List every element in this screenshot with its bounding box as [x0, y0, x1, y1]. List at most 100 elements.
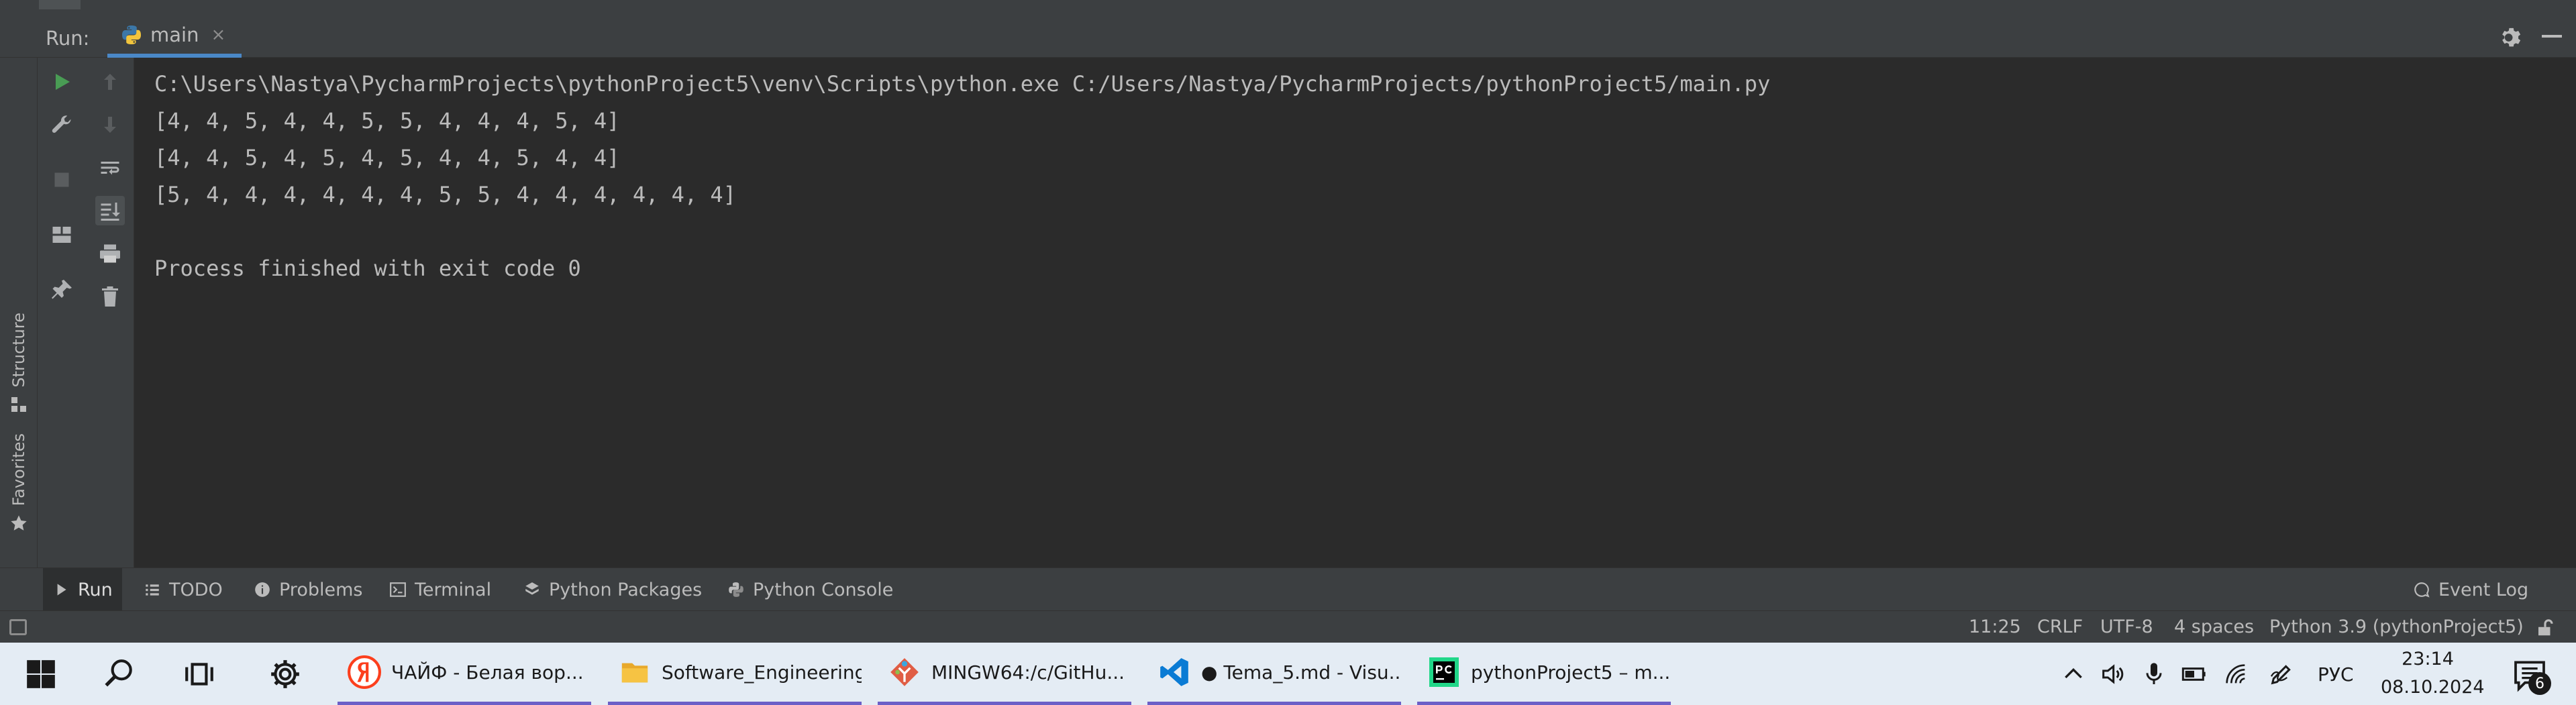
tool-tab-terminal[interactable]: Terminal: [380, 568, 501, 611]
star-icon: [11, 515, 27, 531]
vscode-icon: [1157, 655, 1192, 690]
console-line: Process finished with exit code 0: [154, 256, 581, 281]
sidebar-tab-favorites-label: Favorites: [9, 433, 28, 506]
console-line: [5, 4, 4, 4, 4, 4, 4, 5, 5, 4, 4, 4, 4, …: [154, 182, 736, 207]
console-output[interactable]: C:\Users\Nastya\PycharmProjects\pythonPr…: [134, 58, 2576, 567]
taskbar-app-explorer-label: Software_Engineering: [662, 661, 862, 684]
tool-window-bar: Run TODO Problems Terminal Python Packag…: [0, 567, 2576, 611]
packages-icon: [525, 582, 539, 595]
event-log-icon: [2414, 582, 2430, 598]
yandex-browser-icon: [347, 655, 382, 690]
taskbar-app-yandex[interactable]: ЧАЙФ - Белая вор...: [338, 643, 591, 705]
unlock-icon[interactable]: [2535, 618, 2555, 638]
run-toolbar-secondary: [86, 58, 134, 567]
tool-tab-python-packages-label: Python Packages: [549, 579, 703, 600]
status-interpreter[interactable]: Python 3.9 (pythonProject5): [2269, 616, 2524, 637]
tool-tab-todo-label: TODO: [169, 579, 223, 600]
clear-all-button[interactable]: [95, 282, 125, 311]
tray-language[interactable]: РУС: [2318, 657, 2354, 691]
tray-pen[interactable]: [2265, 657, 2298, 691]
restore-layout-button[interactable]: [47, 220, 76, 250]
tool-tab-terminal-label: Terminal: [415, 579, 492, 600]
speaker-icon: [2102, 664, 2124, 684]
layout-icon: [52, 227, 71, 243]
settings-button[interactable]: [267, 656, 303, 692]
gear-icon[interactable]: [2497, 24, 2524, 51]
tool-windows-toggle-icon[interactable]: [9, 619, 27, 635]
minimize-icon[interactable]: [2542, 35, 2562, 38]
play-icon: [56, 74, 70, 90]
chevron-up-icon: [2065, 667, 2082, 679]
print-icon: [100, 244, 120, 263]
close-icon[interactable]: ×: [211, 25, 225, 45]
tray-wifi[interactable]: [2220, 657, 2252, 691]
tool-tab-python-packages[interactable]: Python Packages: [514, 568, 711, 611]
clock-time: 23:14: [2402, 649, 2454, 669]
wifi-icon: [2226, 664, 2245, 684]
edit-configuration-button[interactable]: [47, 110, 76, 140]
sidebar-tab-structure-label: Structure: [9, 313, 28, 388]
run-header: Run: main ×: [0, 16, 2576, 58]
start-button[interactable]: [23, 656, 59, 692]
run-toolbar-primary: [38, 58, 86, 567]
tool-tab-event-log[interactable]: Event Log: [2404, 568, 2538, 611]
tool-tab-problems-label: Problems: [279, 579, 363, 600]
run-tab-label: main: [150, 23, 199, 46]
pin-tab-button[interactable]: [47, 275, 76, 305]
soft-wrap-button[interactable]: [95, 153, 125, 182]
stop-icon: [54, 172, 69, 187]
battery-icon: [2181, 667, 2206, 681]
pycharm-icon: [1427, 655, 1461, 690]
git-icon: [887, 655, 922, 690]
python-console-icon: [729, 582, 743, 597]
scroll-to-end-button[interactable]: [95, 196, 125, 225]
tool-tab-python-console[interactable]: Python Console: [718, 568, 903, 611]
tool-tab-run-label: Run: [78, 579, 113, 600]
left-sidebar: Structure Favorites: [0, 58, 38, 567]
folder-icon: [617, 655, 652, 690]
print-button[interactable]: [95, 239, 125, 268]
status-encoding[interactable]: UTF-8: [2100, 616, 2153, 637]
taskbar-app-vscode[interactable]: ● Tema_5.md - Visu...: [1147, 643, 1401, 705]
list-icon: [146, 584, 159, 596]
status-line-separator[interactable]: CRLF: [2037, 616, 2083, 637]
status-bar: 11:25 CRLF UTF-8 4 spaces Python 3.9 (py…: [0, 610, 2576, 643]
microphone-icon: [2146, 663, 2162, 684]
taskbar-app-pycharm[interactable]: pythonProject5 – m...: [1417, 643, 1671, 705]
info-icon: [255, 582, 270, 597]
tool-tab-run[interactable]: Run: [43, 568, 122, 611]
search-button[interactable]: [101, 656, 137, 692]
sidebar-tab-favorites[interactable]: Favorites: [4, 433, 34, 533]
trash-icon: [102, 286, 118, 307]
top-strip-tab: [39, 0, 81, 9]
tool-tab-problems[interactable]: Problems: [244, 568, 372, 611]
stop-button[interactable]: [47, 165, 76, 195]
taskbar-app-git-bash[interactable]: MINGW64:/c/GitHu...: [878, 643, 1131, 705]
status-caret-position[interactable]: 11:25: [1969, 616, 2021, 637]
taskbar-app-yandex-label: ЧАЙФ - Белая вор...: [391, 661, 584, 684]
tray-microphone[interactable]: [2139, 657, 2169, 691]
python-icon: [122, 25, 141, 44]
sidebar-tab-structure[interactable]: Structure: [4, 313, 34, 413]
tray-overflow-button[interactable]: [2059, 657, 2088, 691]
console-line: C:\Users\Nastya\PycharmProjects\pythonPr…: [154, 71, 1771, 97]
tray-battery[interactable]: [2178, 657, 2210, 691]
status-indent[interactable]: 4 spaces: [2174, 616, 2254, 637]
scroll-to-end-icon: [101, 203, 120, 221]
rerun-button[interactable]: [47, 67, 76, 97]
previous-occurrence-button[interactable]: [95, 67, 125, 97]
taskbar-app-explorer[interactable]: Software_Engineering: [608, 643, 862, 705]
next-occurrence-button[interactable]: [95, 110, 125, 140]
console-line: [4, 4, 5, 4, 4, 5, 5, 4, 4, 4, 5, 4]: [154, 108, 620, 133]
tool-tab-python-console-label: Python Console: [753, 579, 894, 600]
tool-tab-todo[interactable]: TODO: [134, 568, 232, 611]
tray-clock[interactable]: 23:14 08.10.2024: [2381, 645, 2485, 702]
tray-volume[interactable]: [2096, 657, 2128, 691]
run-label: Run:: [46, 27, 90, 50]
pin-icon: [52, 280, 72, 299]
run-tab-main[interactable]: main ×: [107, 16, 242, 58]
task-view-button[interactable]: [181, 656, 217, 692]
taskbar-app-git-bash-label: MINGW64:/c/GitHu...: [931, 661, 1125, 684]
taskbar-app-vscode-label: ● Tema_5.md - Visu...: [1201, 661, 1401, 684]
